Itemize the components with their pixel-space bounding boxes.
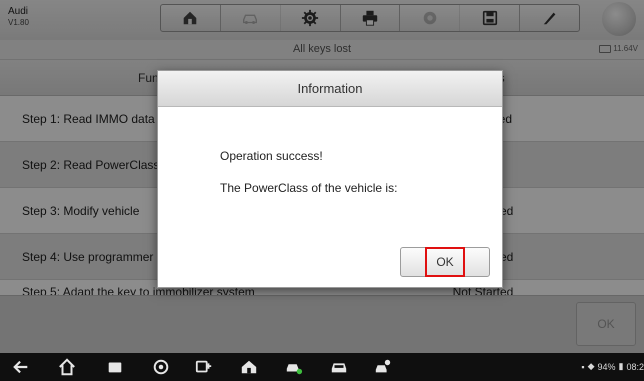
back-button[interactable]: [12, 358, 30, 376]
car-button[interactable]: [330, 358, 348, 376]
information-dialog: Information Operation success! The Power…: [157, 70, 503, 288]
battery-level: 94%: [597, 361, 616, 372]
vehicle-diagnostics-icon: [286, 364, 303, 375]
dialog-message-line-1: Operation success!: [220, 149, 323, 163]
maxi-home-icon: [241, 360, 257, 374]
remote-expert-button[interactable]: [374, 358, 392, 376]
dialog-message-line-2: The PowerClass of the vehicle is:: [220, 181, 398, 195]
status-area: ▪ ◆ 94% ▮ 08:2: [581, 361, 644, 372]
recent-apps-button[interactable]: [106, 358, 124, 376]
browser-button[interactable]: [152, 358, 170, 376]
dialog-ok-button[interactable]: OK: [400, 247, 490, 277]
browser-icon: [153, 359, 169, 375]
vehicle-diagnostics-button[interactable]: [285, 358, 303, 376]
dialog-ok-label: OK: [425, 247, 465, 277]
home-icon: [59, 358, 75, 376]
clock: 08:2: [626, 361, 644, 372]
battery-icon: ▮: [618, 361, 624, 371]
maxi-home-button[interactable]: [240, 358, 258, 376]
car-icon: [331, 363, 347, 373]
dialog-title: Information: [158, 71, 502, 107]
wifi-icon: ◆: [587, 361, 595, 371]
system-navigation-bar: ▪ ◆ 94% ▮ 08:2: [0, 353, 644, 381]
message-icon: ▪: [581, 361, 585, 372]
recent-apps-icon: [108, 362, 122, 373]
vci-button[interactable]: [195, 358, 213, 376]
home-nav-button[interactable]: [58, 358, 76, 376]
back-icon: [13, 360, 28, 374]
vci-icon: [195, 360, 212, 373]
remote-expert-icon: [375, 359, 391, 373]
